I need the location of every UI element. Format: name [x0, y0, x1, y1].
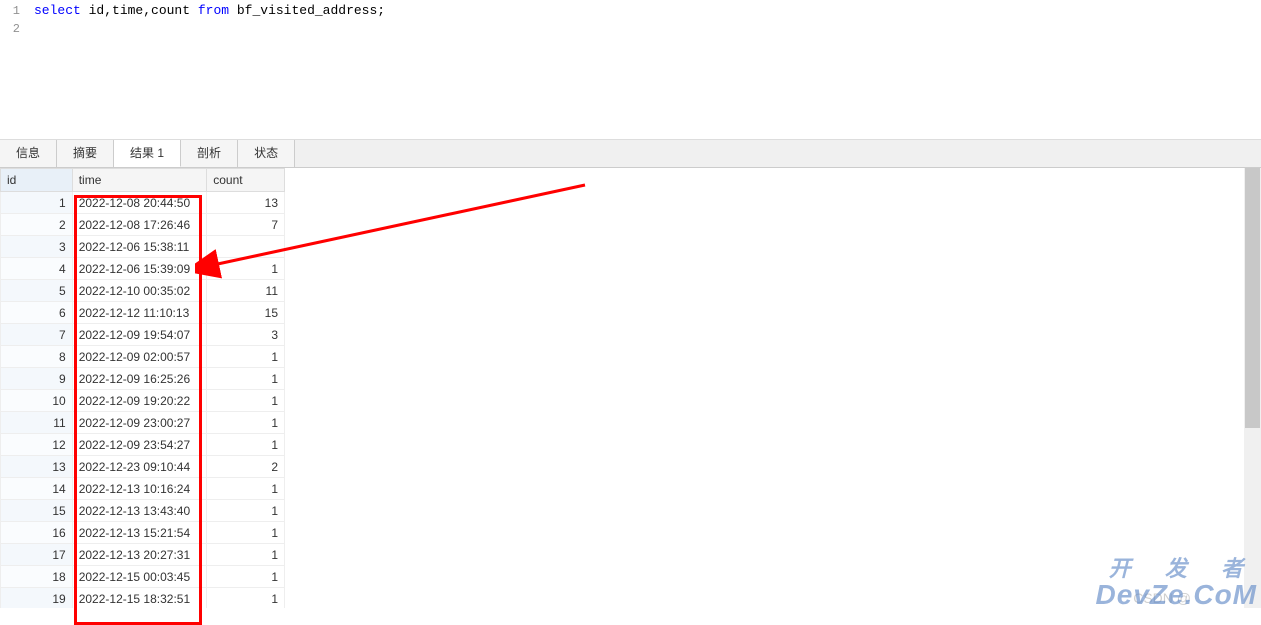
cell-time[interactable]: 2022-12-23 09:10:44 — [72, 456, 207, 478]
cell-time[interactable]: 2022-12-13 10:16:24 — [72, 478, 207, 500]
cell-id[interactable]: 18 — [1, 566, 73, 588]
table-row[interactable]: 122022-12-09 23:54:271 — [1, 434, 285, 456]
cell-id[interactable]: 2 — [1, 214, 73, 236]
tab-剖析[interactable]: 剖析 — [181, 140, 238, 167]
cell-count[interactable]: 1 — [207, 390, 285, 412]
cell-id[interactable]: 4 — [1, 258, 73, 280]
cell-count[interactable]: 3 — [207, 324, 285, 346]
line-number: 1 — [0, 2, 28, 20]
cell-time[interactable]: 2022-12-15 18:32:51 — [72, 588, 207, 609]
table-row[interactable]: 132022-12-23 09:10:442 — [1, 456, 285, 478]
cell-id[interactable]: 9 — [1, 368, 73, 390]
cell-count[interactable]: 1 — [207, 434, 285, 456]
cell-id[interactable]: 1 — [1, 192, 73, 214]
cell-time[interactable]: 2022-12-13 13:43:40 — [72, 500, 207, 522]
cell-time[interactable]: 2022-12-13 20:27:31 — [72, 544, 207, 566]
cell-time[interactable]: 2022-12-06 15:39:09 — [72, 258, 207, 280]
cell-count[interactable]: 1 — [207, 522, 285, 544]
cell-count[interactable]: 15 — [207, 302, 285, 324]
table-row[interactable]: 102022-12-09 19:20:221 — [1, 390, 285, 412]
table-row[interactable]: 192022-12-15 18:32:511 — [1, 588, 285, 609]
code-content[interactable] — [28, 20, 34, 38]
cell-id[interactable]: 11 — [1, 412, 73, 434]
code-line[interactable]: 2 — [0, 20, 1261, 38]
cell-time[interactable]: 2022-12-09 16:25:26 — [72, 368, 207, 390]
cell-time[interactable]: 2022-12-09 23:00:27 — [72, 412, 207, 434]
cell-id[interactable]: 8 — [1, 346, 73, 368]
table-row[interactable]: 22022-12-08 17:26:467 — [1, 214, 285, 236]
tab-信息[interactable]: 信息 — [0, 140, 57, 167]
results-tabs-bar: 信息摘要结果 1剖析状态 — [0, 140, 1261, 168]
table-row[interactable]: 32022-12-06 15:38:11 — [1, 236, 285, 258]
cell-id[interactable]: 16 — [1, 522, 73, 544]
cell-id[interactable]: 13 — [1, 456, 73, 478]
cell-count[interactable]: 1 — [207, 346, 285, 368]
table-row[interactable]: 62022-12-12 11:10:1315 — [1, 302, 285, 324]
cell-count[interactable]: 11 — [207, 280, 285, 302]
table-row[interactable]: 82022-12-09 02:00:571 — [1, 346, 285, 368]
cell-time[interactable]: 2022-12-09 19:20:22 — [72, 390, 207, 412]
cell-count[interactable]: 1 — [207, 588, 285, 609]
cell-count[interactable]: 1 — [207, 258, 285, 280]
cell-id[interactable]: 10 — [1, 390, 73, 412]
cell-time[interactable]: 2022-12-06 15:38:11 — [72, 236, 207, 258]
tab-结果 1[interactable]: 结果 1 — [114, 140, 181, 167]
vertical-scrollbar-track[interactable] — [1244, 168, 1261, 608]
table-row[interactable]: 172022-12-13 20:27:311 — [1, 544, 285, 566]
cell-count[interactable]: 1 — [207, 412, 285, 434]
cell-id[interactable]: 14 — [1, 478, 73, 500]
cell-id[interactable]: 12 — [1, 434, 73, 456]
column-header-time[interactable]: time — [72, 169, 207, 192]
cell-count[interactable]: 1 — [207, 368, 285, 390]
table-row[interactable]: 92022-12-09 16:25:261 — [1, 368, 285, 390]
code-line[interactable]: 1select id,time,count from bf_visited_ad… — [0, 2, 1261, 20]
table-row[interactable]: 162022-12-13 15:21:541 — [1, 522, 285, 544]
code-content[interactable]: select id,time,count from bf_visited_add… — [28, 2, 385, 20]
results-grid-container: id time count 12022-12-08 20:44:50132202… — [0, 168, 1261, 608]
tab-状态[interactable]: 状态 — [238, 140, 295, 167]
table-row[interactable]: 12022-12-08 20:44:5013 — [1, 192, 285, 214]
table-row[interactable]: 52022-12-10 00:35:0211 — [1, 280, 285, 302]
cell-count[interactable]: 7 — [207, 214, 285, 236]
cell-id[interactable]: 3 — [1, 236, 73, 258]
cell-time[interactable]: 2022-12-08 17:26:46 — [72, 214, 207, 236]
cell-count[interactable]: 1 — [207, 500, 285, 522]
table-row[interactable]: 112022-12-09 23:00:271 — [1, 412, 285, 434]
sql-editor[interactable]: 1select id,time,count from bf_visited_ad… — [0, 0, 1261, 140]
cell-count[interactable]: 1 — [207, 478, 285, 500]
cell-count[interactable]: 1 — [207, 544, 285, 566]
cell-id[interactable]: 5 — [1, 280, 73, 302]
cell-count[interactable] — [207, 236, 285, 258]
watermark-devze: 开 发 者 DevZe.CoM — [1096, 556, 1257, 608]
table-row[interactable]: 72022-12-09 19:54:073 — [1, 324, 285, 346]
cell-id[interactable]: 17 — [1, 544, 73, 566]
table-row[interactable]: 182022-12-15 00:03:451 — [1, 566, 285, 588]
column-header-count[interactable]: count — [207, 169, 285, 192]
results-table: id time count 12022-12-08 20:44:50132202… — [0, 168, 285, 608]
cell-time[interactable]: 2022-12-13 15:21:54 — [72, 522, 207, 544]
cell-time[interactable]: 2022-12-12 11:10:13 — [72, 302, 207, 324]
table-row[interactable]: 142022-12-13 10:16:241 — [1, 478, 285, 500]
cell-id[interactable]: 15 — [1, 500, 73, 522]
column-header-id[interactable]: id — [1, 169, 73, 192]
cell-time[interactable]: 2022-12-09 23:54:27 — [72, 434, 207, 456]
cell-count[interactable]: 2 — [207, 456, 285, 478]
cell-time[interactable]: 2022-12-09 02:00:57 — [72, 346, 207, 368]
cell-id[interactable]: 7 — [1, 324, 73, 346]
table-row[interactable]: 42022-12-06 15:39:091 — [1, 258, 285, 280]
cell-id[interactable]: 6 — [1, 302, 73, 324]
cell-id[interactable]: 19 — [1, 588, 73, 609]
line-number: 2 — [0, 20, 28, 38]
cell-time[interactable]: 2022-12-08 20:44:50 — [72, 192, 207, 214]
cell-time[interactable]: 2022-12-09 19:54:07 — [72, 324, 207, 346]
tab-摘要[interactable]: 摘要 — [57, 140, 114, 167]
cell-time[interactable]: 2022-12-15 00:03:45 — [72, 566, 207, 588]
cell-count[interactable]: 1 — [207, 566, 285, 588]
cell-time[interactable]: 2022-12-10 00:35:02 — [72, 280, 207, 302]
vertical-scrollbar-thumb[interactable] — [1245, 168, 1260, 428]
table-row[interactable]: 152022-12-13 13:43:401 — [1, 500, 285, 522]
cell-count[interactable]: 13 — [207, 192, 285, 214]
